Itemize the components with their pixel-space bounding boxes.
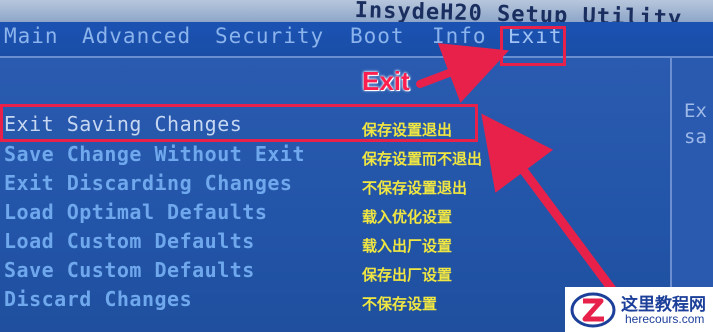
watermark-url: herecours.com bbox=[625, 312, 705, 326]
arrow-to-exit-tab bbox=[416, 43, 509, 103]
watermark-logo: 这里教程网 herecours.com bbox=[565, 287, 713, 332]
logo-icon bbox=[570, 292, 616, 328]
arrow-to-selected-row bbox=[481, 113, 625, 305]
annotation-arrows bbox=[416, 43, 625, 305]
annotation-callout: Exit bbox=[362, 66, 410, 96]
